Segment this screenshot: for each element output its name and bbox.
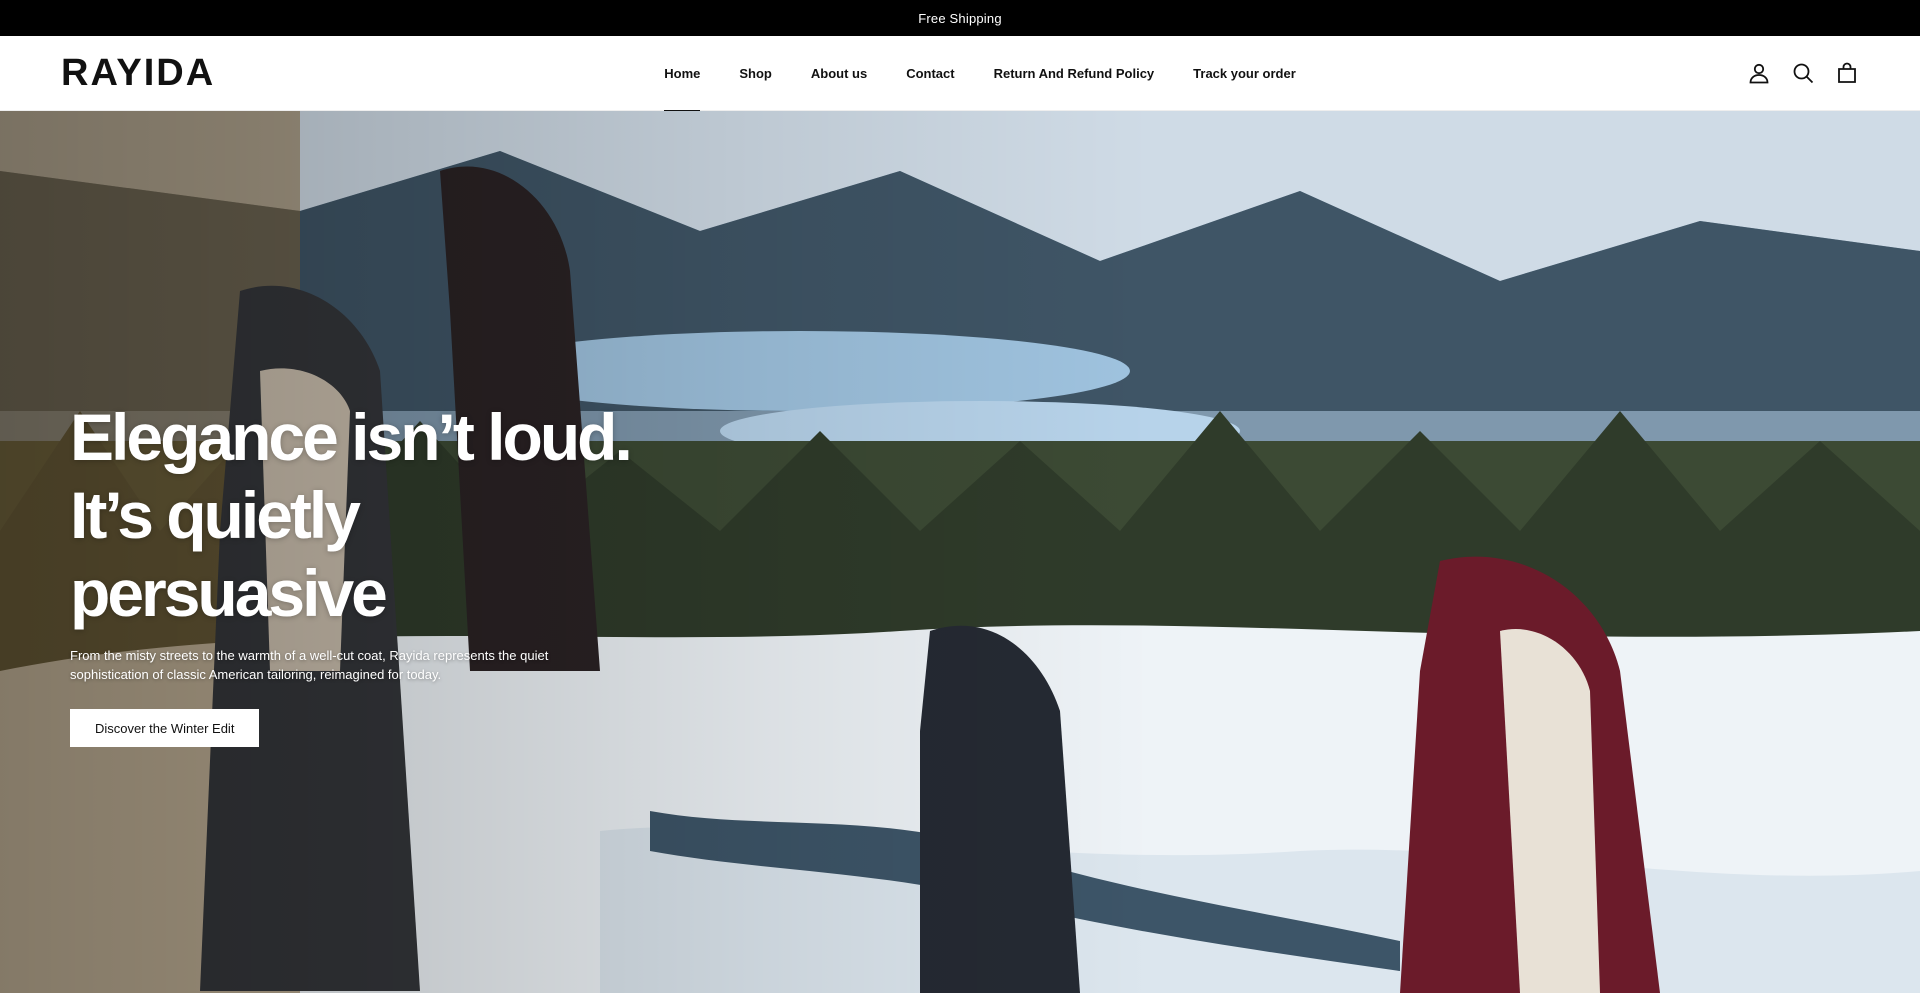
nav-item-about[interactable]: About us — [791, 36, 886, 111]
hero-content: Elegance isn’t loud. It’s quietly persua… — [70, 398, 633, 747]
header-actions — [1747, 61, 1859, 85]
nav-item-shop[interactable]: Shop — [720, 36, 792, 111]
announcement-text: Free Shipping — [918, 10, 1002, 26]
nav-item-refund-policy[interactable]: Return And Refund Policy — [974, 36, 1174, 111]
nav-item-contact[interactable]: Contact — [887, 36, 974, 111]
hero-title-line: It’s quietly — [70, 478, 361, 552]
hero-description: From the misty streets to the warmth of … — [70, 648, 549, 682]
main-nav: Home Shop About us Contact Return And Re… — [0, 36, 1920, 112]
hero-title: Elegance isn’t loud. It’s quietly persua… — [70, 398, 633, 632]
hero-title-line: persuasive — [70, 556, 388, 630]
discover-winter-edit-button[interactable]: Discover the Winter Edit — [70, 709, 260, 747]
search-icon[interactable] — [1791, 61, 1815, 85]
nav-item-home[interactable]: Home — [645, 36, 720, 112]
account-icon[interactable] — [1747, 61, 1771, 85]
cart-icon[interactable] — [1835, 61, 1859, 85]
site-logo[interactable]: RAYIDA — [61, 52, 261, 95]
hero-banner: Elegance isn’t loud. It’s quietly persua… — [0, 111, 1920, 993]
site-header: RAYIDA Home Shop About us Contact Return… — [0, 36, 1920, 112]
announcement-bar: Free Shipping — [0, 0, 1920, 36]
nav-item-track-order[interactable]: Track your order — [1174, 36, 1316, 111]
hero-title-line: Elegance isn’t loud. — [70, 400, 633, 474]
